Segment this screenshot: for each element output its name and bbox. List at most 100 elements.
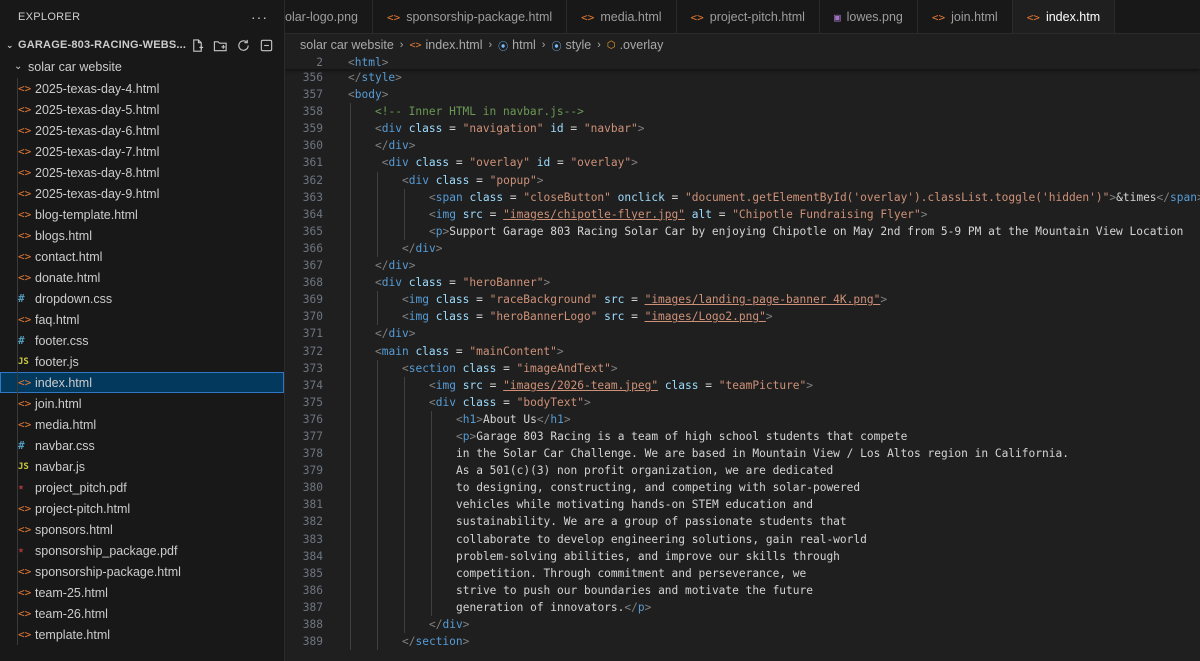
code-line[interactable]: 375 <div class = "bodyText"> [285,394,1200,411]
code-line[interactable]: 382 sustainability. We are a group of pas… [285,513,1200,530]
code-token: body [354,88,382,102]
chevron-right-icon: › [399,39,404,51]
new-folder-icon[interactable] [212,37,228,53]
code-token: = [624,310,645,324]
code-line[interactable]: 357 <body> [285,86,1200,103]
code-line[interactable]: 377 <p>Garage 803 Racing is a team of hig… [285,428,1200,445]
file-item[interactable]: <> blog-template.html [0,204,284,225]
breadcrumb-item[interactable]: .overlay [620,38,664,52]
file-item[interactable]: <> team-25.html [0,582,284,603]
file-item[interactable]: <> project-pitch.html [0,498,284,519]
code-line[interactable]: 366 </div> [285,240,1200,257]
code-line[interactable]: 369 <img class = "raceBackground" src = "… [285,291,1200,308]
file-item[interactable]: <> join.html [0,393,284,414]
file-name: faq.html [35,312,80,327]
code-line[interactable]: 386 strive to push our boundaries and mot… [285,582,1200,599]
file-item[interactable]: # navbar.css [0,435,284,456]
editor-tab[interactable]: <> sponsorship-package.html [373,0,568,33]
code-line[interactable]: 378 in the Solar Car Challenge. We are ba… [285,445,1200,462]
file-item[interactable]: <> 2025-texas-day-9.html [0,183,284,204]
code-token: "document.getElementById('overlay').clas… [685,190,1110,204]
code-line[interactable]: 385 competition. Through commitment and p… [285,565,1200,582]
file-item[interactable]: <> template.html [0,624,284,645]
more-actions-button[interactable]: ··· [251,9,268,25]
file-item[interactable]: <> donate.html [0,267,284,288]
file-item[interactable]: <> 2025-texas-day-8.html [0,162,284,183]
file-name: project-pitch.html [35,501,131,516]
tab-label: project-pitch.html [709,10,805,24]
file-item[interactable]: JS navbar.js [0,456,284,477]
collapse-all-icon[interactable] [258,37,274,53]
code-text: </div> [375,137,415,154]
code-line[interactable]: 370 <img class = "heroBannerLogo" src = "… [285,308,1200,325]
file-item[interactable]: # footer.css [0,330,284,351]
code-line[interactable]: 387 generation of innovators.</p> [285,599,1200,616]
file-item[interactable]: ⭒ project_pitch.pdf [0,477,284,498]
code-token: div [388,139,409,153]
editor-tab[interactable]: <> media.html [567,0,677,33]
code-line[interactable]: 363 <span class = "closeButton" onclick =… [285,189,1200,206]
file-item[interactable]: <> blogs.html [0,225,284,246]
code-line[interactable]: 380 to designing, constructing, and compe… [285,479,1200,496]
file-item[interactable]: # dropdown.css [0,288,284,309]
editor-tab[interactable]: <> join.html [918,0,1013,33]
sticky-scroll-line[interactable]: 2 <html> [285,56,1200,69]
code-line[interactable]: 389 </section> [285,633,1200,650]
code-line[interactable]: 358 <!-- Inner HTML in navbar.js--> [285,103,1200,120]
file-item[interactable]: <> contact.html [0,246,284,267]
code-line[interactable]: 381 vehicles while motivating hands-on ST… [285,496,1200,513]
code-line[interactable]: 364 <img src = "images/chipotle-flyer.jpg… [285,206,1200,223]
breadcrumb-item[interactable]: html [512,38,536,52]
code-line[interactable]: 383 collaborate to develop engineering so… [285,531,1200,548]
code-line[interactable]: 371 </div> [285,325,1200,342]
file-item[interactable]: <> media.html [0,414,284,435]
code-line[interactable]: 359 <div class = "navigation" id = "navba… [285,120,1200,137]
code-line[interactable]: 376 <h1>About Us</h1> [285,411,1200,428]
code-editor[interactable]: 2 <html> 356 </style> 357 <body> 358 <!-- Inne… [285,56,1200,661]
file-item[interactable]: <> sponsorship-package.html [0,561,284,582]
refresh-icon[interactable] [235,37,251,53]
code-text: <div class = "bodyText"> [429,394,591,411]
file-item[interactable]: <> 2025-texas-day-7.html [0,141,284,162]
code-line[interactable]: 374 <img src = "images/2026-team.jpeg" cl… [285,377,1200,394]
file-item[interactable]: ⭒ sponsorship_package.pdf [0,540,284,561]
code-line[interactable]: 372 <main class = "mainContent"> [285,343,1200,360]
file-item[interactable]: JS footer.js [0,351,284,372]
code-line[interactable]: 384 problem-solving abilities, and improv… [285,548,1200,565]
code-token: < [429,207,436,221]
editor-tab[interactable]: olar-logo.png [285,0,373,33]
file-item[interactable]: <> sponsors.html [0,519,284,540]
code-line[interactable]: 388 </div> [285,616,1200,633]
html-file-icon: <> [18,208,32,221]
code-line[interactable]: 373 <section class = "imageAndText"> [285,360,1200,377]
code-line[interactable]: 361 <div class = "overlay" id = "overlay"… [285,154,1200,171]
breadcrumb-item[interactable]: solar car website [300,38,394,52]
code-line[interactable]: 362 <div class = "popup"> [285,172,1200,189]
new-file-icon[interactable] [189,37,205,53]
file-item[interactable]: <> 2025-texas-day-6.html [0,120,284,141]
code-line[interactable]: 365 <p>Support Garage 803 Racing Solar Ca… [285,223,1200,240]
code-token: class [462,361,497,375]
breadcrumb-item[interactable]: style [565,38,591,52]
code-line[interactable]: 360 </div> [285,137,1200,154]
code-line[interactable]: 379 As a 501(c)(3) non profit organizatio… [285,462,1200,479]
code-token: "navbar" [583,122,638,136]
file-item[interactable]: <> team-26.html [0,603,284,624]
project-root-row[interactable]: ⌄ GARAGE-803-RACING-WEBS... [0,34,284,56]
file-name: 2025-texas-day-9.html [35,186,160,201]
breadcrumb-item[interactable]: index.html [426,38,483,52]
folder-solar-car-website[interactable]: ⌄ solar car website [0,56,284,77]
file-item[interactable]: <> faq.html [0,309,284,330]
editor-tab[interactable]: ▣ lowes.png [820,0,918,33]
code-line[interactable]: 368 <div class = "heroBanner"> [285,274,1200,291]
file-item[interactable]: <> index.html [0,372,284,393]
folder-label: solar car website [28,59,122,74]
file-item[interactable]: <> 2025-texas-day-4.html [0,78,284,99]
code-line[interactable]: 367 </div> [285,257,1200,274]
code-token: </ [375,259,389,273]
code-line[interactable]: 356 </style> [285,69,1200,86]
file-item[interactable]: <> 2025-texas-day-5.html [0,99,284,120]
code-token: div [408,173,436,187]
editor-tab[interactable]: <> index.htm [1012,0,1116,33]
editor-tab[interactable]: <> project-pitch.html [677,0,820,33]
